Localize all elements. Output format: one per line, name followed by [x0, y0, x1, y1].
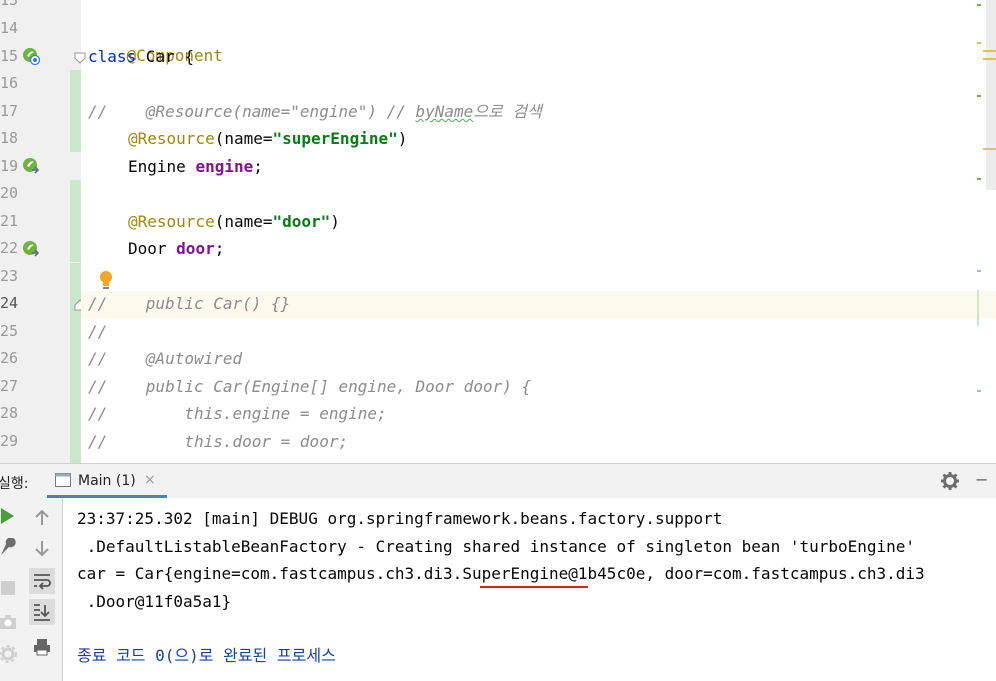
console-icon: [55, 473, 71, 487]
comment-text: // @Resource(name="engine") //: [88, 102, 416, 121]
code-line-29: // this.door = door;: [88, 432, 349, 451]
run-label: 실행:: [0, 476, 29, 492]
error-stripe-mark[interactable]: [977, 390, 981, 392]
console-line: 23:37:25.302 [main] DEBUG org.springfram…: [77, 509, 723, 528]
code-line-15: class Car {: [88, 43, 194, 70]
settings-icon[interactable]: [0, 644, 18, 664]
run-side-toolbar: [0, 498, 63, 681]
minimize-button[interactable]: −: [975, 470, 988, 489]
console-line: car = Car{engine=com.fastcampus.ch3.di3.…: [77, 564, 925, 583]
up-arrow-icon[interactable]: [32, 508, 52, 528]
line-number: 21: [0, 212, 19, 230]
print-icon[interactable]: [32, 637, 52, 657]
comment-text: 으로 검색: [473, 102, 542, 121]
code-editor[interactable]: 13 14 15 16 17 18 19 20 21 22 23 24 25 2…: [0, 0, 996, 463]
code-text: ): [330, 212, 340, 231]
typo-word: byName: [415, 102, 474, 121]
error-stripe-mark[interactable]: [983, 50, 996, 52]
line-number: 29: [0, 432, 19, 450]
soft-wrap-toggle[interactable]: [29, 568, 55, 594]
scroll-to-end-icon: [34, 604, 50, 621]
annotation: @Resource: [128, 129, 215, 148]
string-literal: "door": [272, 212, 331, 231]
code-text: ;: [253, 157, 263, 176]
fold-icon[interactable]: [74, 52, 86, 64]
line-number: 16: [0, 74, 19, 92]
code-line-21: @Resource(name="door"): [128, 208, 340, 235]
code-line-24: // public Car() {}: [88, 294, 291, 313]
spring-bean-icon[interactable]: [22, 47, 40, 65]
gear-icon[interactable]: [940, 471, 960, 491]
tab-main[interactable]: Main (1) ×: [47, 464, 167, 498]
code-line-17: // @Resource(name="engine") // byName으로 …: [88, 98, 542, 125]
error-stripe-mark[interactable]: [983, 58, 996, 60]
error-stripe-mark[interactable]: [977, 290, 979, 326]
vcs-change-marker[interactable]: [70, 263, 81, 463]
soft-wrap-icon: [34, 574, 51, 590]
tab-label: Main (1): [78, 473, 136, 489]
type-name: Engine: [128, 157, 196, 176]
error-stripe-mark[interactable]: [977, 4, 981, 6]
line-number: 13: [0, 0, 19, 9]
line-number: 19: [0, 157, 19, 175]
line-number: 14: [0, 19, 19, 37]
line-number: 15: [0, 47, 19, 65]
stop-icon[interactable]: [0, 578, 18, 598]
run-tool-window-header: 실행: Main (1) × −: [0, 463, 996, 499]
wrench-icon[interactable]: [0, 538, 18, 558]
code-line-18: @Resource(name="superEngine"): [128, 125, 407, 152]
code-text: Car {: [136, 47, 194, 66]
editor-scrollbar[interactable]: [986, 0, 996, 190]
string-literal: "superEngine": [272, 129, 398, 148]
spring-autowire-icon[interactable]: [22, 157, 40, 175]
keyword: class: [88, 47, 137, 66]
error-stripe-mark[interactable]: [977, 178, 981, 180]
field-name: door: [176, 239, 215, 258]
code-line-14: @Component: [88, 15, 223, 65]
line-number: 28: [0, 404, 19, 422]
line-number: 26: [0, 349, 19, 367]
scroll-to-end-toggle[interactable]: [29, 599, 55, 625]
line-number: 20: [0, 184, 19, 202]
code-text: ;: [214, 239, 225, 258]
type-name: Door: [128, 239, 177, 258]
close-icon[interactable]: ×: [144, 472, 156, 488]
camera-icon[interactable]: [0, 612, 18, 632]
lightbulb-icon[interactable]: [98, 270, 114, 292]
field-name: engine: [195, 157, 254, 176]
code-text: (name=: [214, 129, 273, 148]
code-line-27: // public Car(Engine[] engine, Door door…: [88, 377, 532, 396]
error-stripe-mark[interactable]: [983, 148, 996, 150]
code-line-19: Engine engine;: [128, 153, 263, 180]
console-line: .DefaultListableBeanFactory - Creating s…: [77, 537, 916, 556]
line-number: 25: [0, 322, 19, 340]
code-line-25: //: [88, 322, 108, 341]
line-number: 23: [0, 267, 19, 285]
vcs-change-marker[interactable]: [70, 70, 81, 152]
run-icon[interactable]: [0, 506, 18, 526]
red-underline-annotation: [480, 586, 588, 588]
error-stripe-mark[interactable]: [977, 95, 981, 97]
code-line-26: // @Autowired: [88, 349, 243, 368]
exit-code-message: 종료 코드 0(으)로 완료된 프로세스: [77, 646, 336, 665]
code-text: (name=: [214, 212, 273, 231]
down-arrow-icon[interactable]: [32, 538, 52, 558]
annotation: @Resource: [128, 212, 215, 231]
code-line-28: // this.engine = engine;: [88, 404, 387, 423]
line-number: 17: [0, 102, 19, 120]
vcs-change-marker[interactable]: [70, 180, 81, 262]
console-output[interactable]: 23:37:25.302 [main] DEBUG org.springfram…: [63, 498, 996, 681]
code-line-22: Door door;: [128, 235, 224, 262]
error-stripe-mark[interactable]: [977, 270, 981, 272]
error-stripe-mark[interactable]: [977, 42, 981, 44]
editor-gutter: 13 14 15 16 17 18 19 20 21 22 23 24 25 2…: [0, 0, 86, 463]
line-number: 27: [0, 377, 19, 395]
line-number: 24: [0, 294, 19, 312]
line-number: 18: [0, 129, 19, 147]
spring-autowire-icon[interactable]: [22, 240, 40, 258]
code-text: ): [397, 129, 408, 148]
line-number: 22: [0, 239, 19, 257]
console-line: .Door@11f0a5a1}: [77, 592, 232, 611]
